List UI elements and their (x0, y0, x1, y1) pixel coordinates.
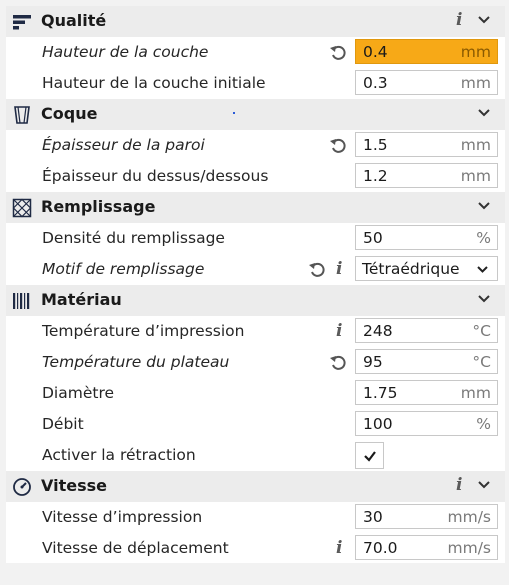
travel-speed-input[interactable]: 70.0 mm/s (355, 535, 498, 560)
wall-thickness-input[interactable]: 1.5 mm (355, 132, 498, 157)
setting-label: Activer la rétraction (42, 446, 196, 464)
print-speed-input[interactable]: 30 mm/s (355, 504, 498, 529)
setting-label: Densité du remplissage (42, 229, 225, 247)
diameter-input[interactable]: 1.75 mm (355, 380, 498, 405)
chevron-down-icon[interactable] (477, 478, 491, 492)
setting-row-bed-temperature: Température du plateau 95 °C (6, 347, 505, 378)
setting-label: Épaisseur du dessus/dessous (42, 167, 269, 185)
setting-row-print-speed: Vitesse d’impression 30 mm/s (6, 502, 505, 533)
setting-label: Vitesse de déplacement (42, 539, 229, 557)
section-shell-header[interactable]: Coque (6, 99, 505, 130)
print-settings-panel: Qualité i Hauteur de la couche 0.4 mm Ha… (6, 6, 505, 563)
section-material-title: Matériau (41, 290, 122, 309)
setting-row-wall-thickness: Épaisseur de la paroi 1.5 mm (6, 130, 505, 161)
field-value: 50 (363, 229, 383, 247)
info-icon[interactable]: i (336, 321, 342, 341)
chevron-down-icon (477, 266, 488, 273)
info-icon[interactable]: i (336, 259, 342, 279)
setting-row-initial-layer-height: Hauteur de la couche initiale 0.3 mm (6, 68, 505, 99)
retraction-checkbox[interactable] (355, 442, 384, 469)
field-unit: °C (472, 353, 491, 371)
section-infill-header[interactable]: Remplissage (6, 192, 505, 223)
infill-pattern-select[interactable]: Tétraédrique (355, 256, 498, 281)
field-value: 70.0 (363, 539, 398, 557)
bed-temperature-input[interactable]: 95 °C (355, 349, 498, 374)
reset-arrow-icon[interactable] (329, 354, 347, 372)
field-unit: % (476, 415, 491, 433)
field-unit: mm (460, 167, 491, 185)
reset-arrow-icon[interactable] (308, 261, 326, 279)
setting-row-flow: Débit 100 % (6, 409, 505, 440)
field-value: 95 (363, 353, 383, 371)
reset-arrow-icon[interactable] (329, 44, 347, 62)
setting-row-enable-retraction: Activer la rétraction (6, 440, 505, 471)
field-unit: % (476, 229, 491, 247)
info-icon[interactable]: i (456, 10, 462, 30)
material-spool-icon (13, 293, 30, 309)
setting-label: Température du plateau (42, 353, 230, 371)
field-value: 30 (363, 508, 383, 526)
setting-row-infill-pattern: Motif de remplissage i Tétraédrique (6, 254, 505, 285)
info-icon[interactable]: i (336, 538, 342, 558)
section-speed-header[interactable]: Vitesse i (6, 471, 505, 502)
field-value: 0.4 (363, 43, 388, 61)
setting-label: Hauteur de la couche initiale (42, 74, 266, 92)
print-temperature-input[interactable]: 248 °C (355, 318, 498, 343)
quality-bars-icon (13, 15, 31, 30)
setting-row-top-bottom-thickness: Épaisseur du dessus/dessous 1.2 mm (6, 161, 505, 192)
top-bottom-thickness-input[interactable]: 1.2 mm (355, 163, 498, 188)
setting-row-diameter: Diamètre 1.75 mm (6, 378, 505, 409)
setting-label: Débit (42, 415, 84, 433)
section-speed-title: Vitesse (41, 476, 107, 495)
field-unit: mm (460, 74, 491, 92)
setting-label: Vitesse d’impression (42, 508, 203, 526)
section-infill-title: Remplissage (41, 197, 156, 216)
initial-layer-height-input[interactable]: 0.3 mm (355, 70, 498, 95)
chevron-down-icon[interactable] (477, 199, 491, 213)
setting-row-print-temperature: Température d’impression i 248 °C (6, 316, 505, 347)
section-material-header[interactable]: Matériau (6, 285, 505, 316)
infill-grid-icon (12, 198, 32, 218)
field-value: 0.3 (363, 74, 388, 92)
chevron-down-icon[interactable] (477, 292, 491, 306)
setting-label: Motif de remplissage (42, 260, 205, 278)
field-value: 100 (363, 415, 393, 433)
field-unit: mm/s (447, 508, 492, 526)
field-value: 1.2 (363, 167, 388, 185)
speedometer-icon (13, 478, 31, 496)
section-shell-title: Coque (41, 104, 98, 123)
checkmark-icon (364, 451, 376, 462)
select-value: Tétraédrique (362, 260, 460, 278)
setting-row-layer-height: Hauteur de la couche 0.4 mm (6, 37, 505, 68)
field-unit: mm (460, 384, 491, 402)
field-value: 248 (363, 322, 393, 340)
section-quality-title: Qualité (41, 11, 107, 30)
infill-density-input[interactable]: 50 % (355, 225, 498, 250)
field-value: 1.5 (363, 136, 388, 154)
flow-input[interactable]: 100 % (355, 411, 498, 436)
reset-arrow-icon[interactable] (329, 137, 347, 155)
field-unit: mm (460, 43, 491, 61)
setting-label: Diamètre (42, 384, 115, 402)
chevron-down-icon[interactable] (477, 13, 491, 27)
section-quality-header[interactable]: Qualité i (6, 6, 505, 37)
field-unit: mm (460, 136, 491, 154)
info-icon[interactable]: i (456, 475, 462, 495)
setting-row-travel-speed: Vitesse de déplacement i 70.0 mm/s (6, 533, 505, 564)
field-unit: °C (472, 322, 491, 340)
layer-height-input[interactable]: 0.4 mm (355, 39, 498, 64)
setting-row-infill-density: Densité du remplissage 50 % (6, 223, 505, 254)
accent-dot (233, 112, 235, 114)
chevron-down-icon[interactable] (477, 106, 491, 120)
shell-icon (14, 106, 30, 124)
setting-label: Hauteur de la couche (42, 43, 209, 61)
field-unit: mm/s (447, 539, 492, 557)
setting-label: Épaisseur de la paroi (42, 136, 205, 154)
field-value: 1.75 (363, 384, 398, 402)
setting-label: Température d’impression (42, 322, 245, 340)
